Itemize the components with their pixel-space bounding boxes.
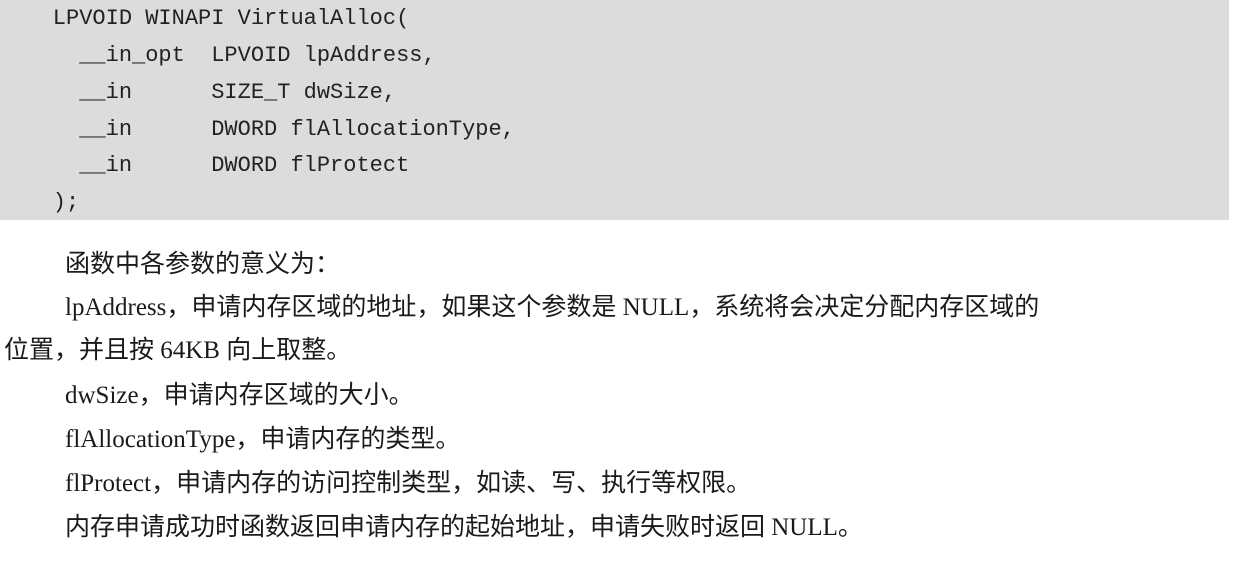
flprotect-paragraph: flProtect，申请内存的访问控制类型，如读、写、执行等权限。	[65, 470, 752, 497]
code-line-lpaddress: __in_opt LPVOID lpAddress,	[0, 43, 436, 68]
lpaddress-paragraph-line2: 位置，并且按 64KB 向上取整。	[4, 337, 352, 364]
code-line-close: );	[0, 190, 80, 215]
code-line-signature: LPVOID WINAPI VirtualAlloc(	[0, 6, 410, 31]
flallocationtype-paragraph: flAllocationType，申请内存的类型。	[65, 426, 461, 453]
result-paragraph: 内存申请成功时函数返回申请内存的起始地址，申请失败时返回 NULL。	[65, 514, 863, 541]
code-line-dwsize: __in SIZE_T dwSize,	[0, 80, 397, 105]
code-line-flprotect: __in DWORD flProtect	[0, 153, 410, 178]
dwsize-paragraph: dwSize，申请内存区域的大小。	[65, 382, 414, 409]
code-line-flallocationtype: __in DWORD flAllocationType,	[0, 117, 515, 142]
code-block: LPVOID WINAPI VirtualAlloc( __in_opt LPV…	[0, 0, 1229, 220]
intro-paragraph: 函数中各参数的意义为：	[65, 251, 341, 278]
lpaddress-paragraph-line1: lpAddress，申请内存区域的地址，如果这个参数是 NULL，系统将会决定分…	[65, 294, 1040, 321]
